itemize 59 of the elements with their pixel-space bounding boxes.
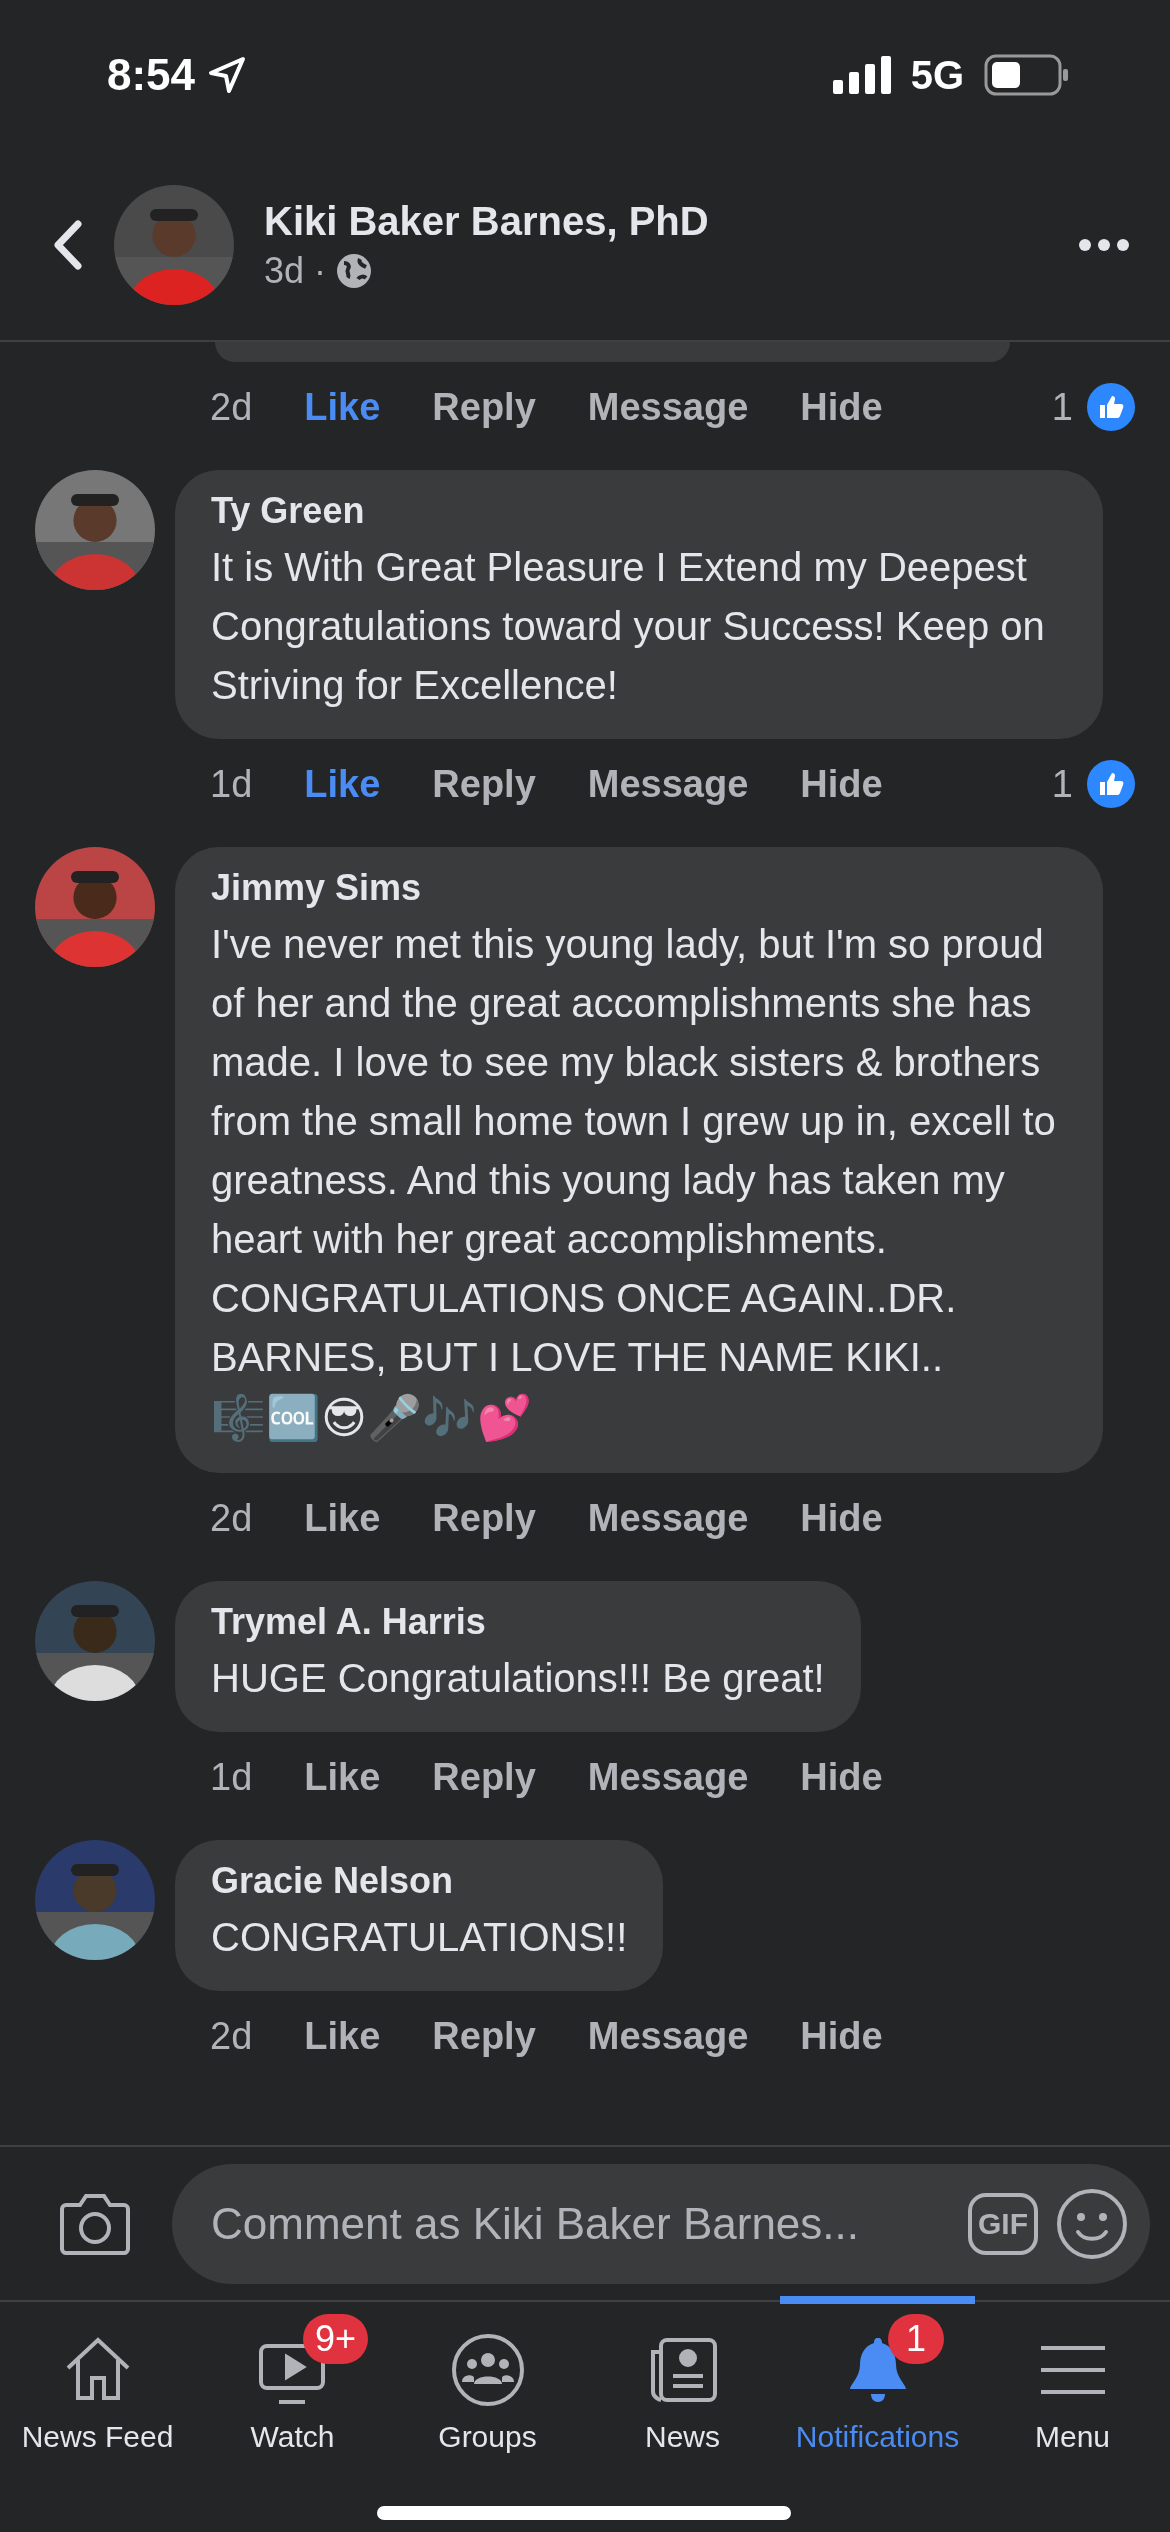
message-link[interactable]: Message [587,1755,749,1799]
notification-badge: 9+ [303,2314,369,2364]
comment-text: I've never met this young lady, but I'm so proud of her and the great accomplishments she has made. I love to see my black sisters & brothers from the small home town I grew up in, excell to greatness. And this young lady has taken my heart with her great accomplishments. CONGRATULATIONS ONCE AGAIN..DR. BARNES, BUT I LOVE THE NAME KIKI.. [211,921,1057,1381]
nav-tab[interactable]: Notifications 1 [780,2296,975,2532]
post-age: 3d · [264,249,327,292]
nav-tab[interactable]: News Feed [0,2296,195,2532]
comment-text: It is With Great Pleasure I Extend my Deepest Congratulations toward your Success! Keep on Striving for Excellence! [211,544,1046,709]
like-link[interactable]: Like [304,762,381,806]
like-link[interactable]: Like [304,1496,381,1540]
nav-tab[interactable]: Watch 9+ [195,2296,390,2532]
message-link[interactable]: Message [587,762,749,806]
hide-link[interactable]: Hide [800,2014,883,2058]
comment-time: 2d [210,385,253,429]
location-arrow-icon [207,55,248,95]
reply-link[interactable]: Reply [432,385,536,429]
clock-time: 8:54 [107,50,196,100]
reply-link[interactable]: Reply [432,1755,536,1799]
emoji-icon[interactable] [1056,2187,1128,2260]
message-link[interactable]: Message [587,385,749,429]
network-label: 5G [910,52,964,98]
comment-time: 1d [210,1755,253,1799]
commenter-name[interactable]: Trymel A. Harris [211,1601,825,1643]
notification-badge: 1 [888,2314,944,2364]
globe-icon [336,252,373,289]
message-link[interactable]: Message [587,1496,749,1540]
reaction-count: 1 [1051,385,1073,429]
battery-icon [984,54,1070,96]
like-link[interactable]: Like [304,385,381,429]
reply-link[interactable]: Reply [432,762,536,806]
nav-tab[interactable]: Groups [390,2296,585,2532]
comment-text: CONGRATULATIONS!! [211,1914,628,1961]
reply-link[interactable]: Reply [432,1496,536,1540]
hide-link[interactable]: Hide [800,385,883,429]
hide-link[interactable]: Hide [800,1755,883,1799]
reply-link[interactable]: Reply [432,2014,536,2058]
more-icon[interactable] [1078,238,1130,252]
comment-field[interactable]: Comment as Kiki Baker Barnes... GIF [172,2163,1150,2284]
profile-name[interactable]: Kiki Baker Barnes, PhD [264,198,1048,244]
commenter-name[interactable]: Jimmy Sims [211,867,1067,909]
hide-link[interactable]: Hide [800,762,883,806]
nav-tab[interactable]: Menu [975,2296,1170,2532]
signal-icon [832,56,891,94]
comment-time: 1d [210,762,253,806]
like-link[interactable]: Like [304,2014,381,2058]
emoji-text: 🎼🆒😎🎤🎶💕 [211,1391,533,1445]
comment-text: HUGE Congratulations!!! Be great! [211,1655,825,1702]
comment-time: 2d [210,2014,253,2058]
hide-link[interactable]: Hide [800,1496,883,1540]
message-link[interactable]: Message [587,2014,749,2058]
like-link[interactable]: Like [304,1755,381,1799]
groups-icon [449,2332,526,2408]
comment-time: 2d [210,1496,253,1540]
like-icon [1087,383,1135,431]
nav-tab[interactable]: News [585,2296,780,2532]
gif-button[interactable]: GIF [968,2192,1038,2255]
like-icon [1087,760,1135,808]
commenter-name[interactable]: Ty Green [211,490,1067,532]
reaction-count: 1 [1051,762,1073,806]
commenter-name[interactable]: Gracie Nelson [211,1860,628,1902]
